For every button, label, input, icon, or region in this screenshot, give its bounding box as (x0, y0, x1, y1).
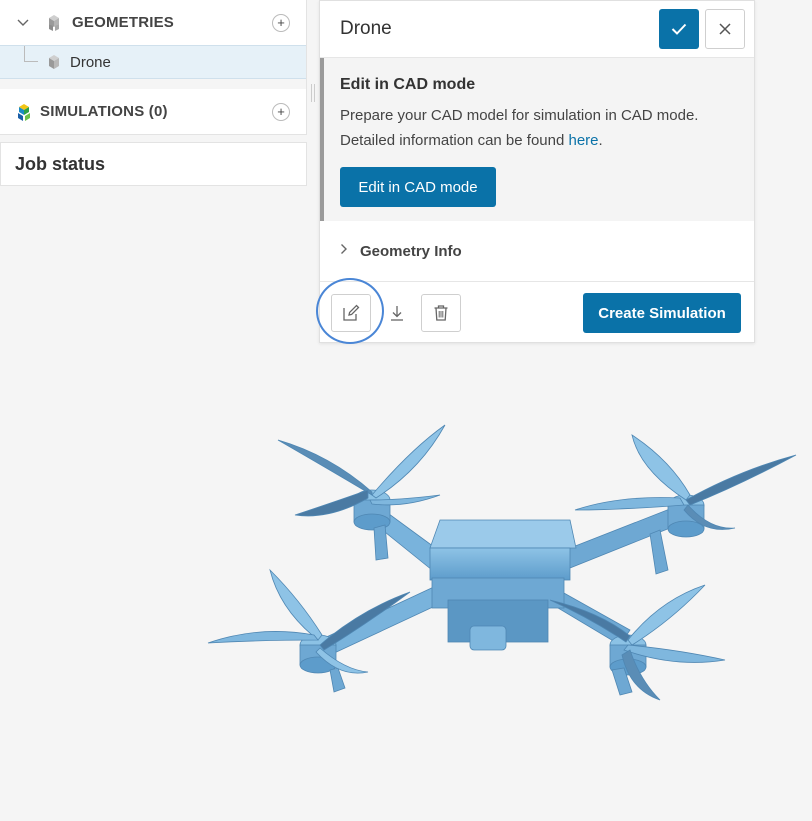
dialog-title: Drone (340, 18, 392, 39)
drone-model[interactable] (0, 343, 812, 821)
cad-help-link[interactable]: here (568, 132, 598, 149)
cad-mode-description: Prepare your CAD model for simulation in… (340, 103, 738, 153)
cad-mode-section: Edit in CAD mode Prepare your CAD model … (320, 58, 754, 221)
add-geometry-button[interactable]: + (272, 13, 290, 32)
geometry-part-icon (46, 54, 62, 70)
download-button[interactable] (377, 294, 417, 332)
tree-connector-line (24, 46, 38, 62)
geometry-cubes-icon (44, 13, 64, 33)
chevron-down-icon[interactable] (16, 16, 30, 30)
trash-icon (434, 305, 448, 321)
panel-resize-handle[interactable] (311, 84, 315, 102)
cad-description-line-1: Prepare your CAD model for simulation in… (340, 107, 699, 124)
add-simulation-button[interactable]: + (272, 102, 290, 121)
edit-button[interactable] (331, 294, 371, 332)
dialog-footer: Create Simulation (320, 282, 754, 343)
geometry-dialog: Drone Edit in CAD mode Prepare your CAD … (319, 0, 755, 343)
dialog-header: Drone (320, 1, 754, 58)
cad-description-line-2: Detailed information can be found here. (340, 128, 738, 153)
3d-viewport[interactable] (0, 343, 812, 821)
cad-mode-title: Edit in CAD mode (340, 76, 476, 93)
create-simulation-button[interactable]: Create Simulation (583, 293, 741, 333)
confirm-button[interactable] (659, 9, 699, 49)
geometry-info-label: Geometry Info (360, 242, 462, 260)
geometry-info-toggle[interactable]: Geometry Info (320, 221, 754, 282)
geometries-title: GEOMETRIES (72, 14, 175, 31)
edit-in-cad-mode-button[interactable]: Edit in CAD mode (340, 167, 496, 207)
job-status-panel[interactable]: Job status (0, 142, 307, 186)
job-status-title: Job status (15, 153, 106, 174)
chevron-right-icon (340, 242, 348, 260)
cad-description-text: Detailed information can be found (340, 132, 569, 149)
tree-item-label: Drone (70, 53, 111, 71)
pencil-icon (343, 304, 360, 321)
delete-button[interactable] (421, 294, 461, 332)
download-icon (391, 306, 403, 321)
simulations-header[interactable]: SIMULATIONS (0) + (0, 79, 306, 134)
simulations-title: SIMULATIONS (0) (40, 103, 168, 120)
close-icon (719, 23, 731, 35)
close-button[interactable] (705, 9, 745, 49)
check-icon (671, 23, 687, 35)
tree-item-drone[interactable]: Drone (0, 45, 306, 79)
simulations-icon (14, 102, 34, 122)
cad-description-suffix: . (598, 132, 603, 149)
geometries-header[interactable]: GEOMETRIES + (0, 0, 306, 45)
geometry-tree-panel: GEOMETRIES + Drone SIMULATIONS (0) + (0, 0, 307, 135)
